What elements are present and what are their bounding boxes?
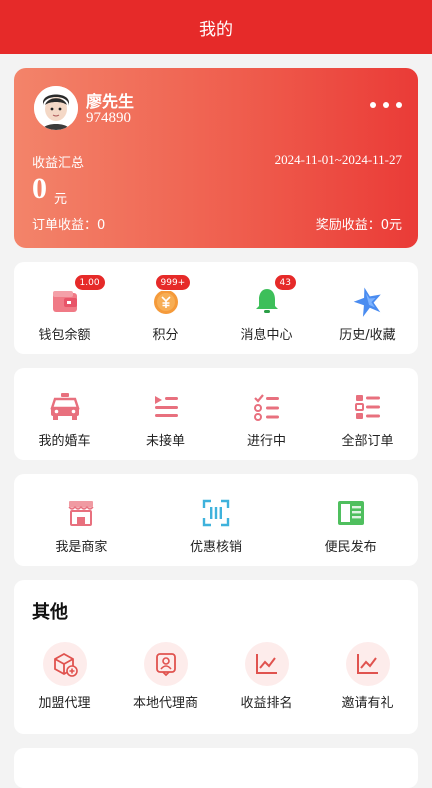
wallet-balance-item[interactable]: 1.00 钱包余额 (14, 274, 115, 343)
local-agent-item[interactable]: 本地代理商 (115, 642, 216, 711)
services-card: 我是商家 优惠核销 便民发布 (14, 474, 418, 566)
wallet-balance-label: 钱包余额 (38, 328, 91, 343)
other-section-title: 其他 (32, 602, 68, 623)
all-orders-item[interactable]: 全部订单 (317, 390, 418, 449)
pending-orders-label: 未接单 (145, 434, 185, 449)
top-bar: 我的 (0, 0, 432, 54)
merchant-label: 我是商家 (55, 540, 108, 555)
coupon-redeem-item[interactable]: 优惠核销 (149, 496, 284, 555)
my-wedding-car-item[interactable]: 我的婚车 (14, 390, 115, 449)
scan-icon (199, 496, 233, 530)
page-title: 我的 (199, 19, 233, 40)
invite-gift-item[interactable]: 邀请有礼 (317, 642, 418, 711)
order-list-icon (351, 390, 385, 424)
box-plus-icon (42, 642, 87, 686)
public-post-label: 便民发布 (324, 540, 377, 555)
publish-icon (334, 496, 368, 530)
agent-badge-icon (143, 642, 188, 686)
avatar[interactable] (34, 86, 78, 130)
income-ranking-label: 收益排名 (240, 696, 293, 711)
reward-income: 奖励收益：0元 (315, 218, 402, 233)
franchise-agent-item[interactable]: 加盟代理 (14, 642, 115, 711)
points-label: 积分 (152, 328, 179, 343)
local-agent-label: 本地代理商 (132, 696, 198, 711)
wallet-badge: 1.00 (73, 274, 106, 291)
my-wedding-car-label: 我的婚车 (38, 434, 91, 449)
user-name: 廖先生 (86, 92, 135, 111)
user-id: 974890 (86, 110, 131, 126)
profile-card[interactable]: 廖先生 974890 收益汇总 2024-11-01~2024-11-27 0 … (14, 68, 418, 248)
history-favorites-item[interactable]: 历史/收藏 (317, 284, 418, 343)
in-progress-item[interactable]: 进行中 (216, 390, 317, 449)
income-summary-label: 收益汇总 (32, 156, 85, 171)
shop-icon (64, 496, 98, 530)
public-post-item[interactable]: 便民发布 (283, 496, 418, 555)
invite-gift-label: 邀请有礼 (341, 696, 394, 711)
all-orders-label: 全部订单 (341, 434, 394, 449)
franchise-agent-label: 加盟代理 (38, 696, 91, 711)
play-list-icon (149, 390, 183, 424)
trend-chart-icon (345, 642, 390, 686)
other-card: 其他 加盟代理 本地代理商 收益排名 邀请有礼 (14, 580, 418, 734)
in-progress-label: 进行中 (246, 434, 286, 449)
car-icon (48, 390, 82, 424)
merchant-item[interactable]: 我是商家 (14, 496, 149, 555)
more-icon[interactable] (370, 96, 402, 114)
date-range[interactable]: 2024-11-01~2024-11-27 (275, 152, 402, 168)
income-total: 0 (32, 172, 47, 205)
message-center-item[interactable]: 43 消息中心 (216, 274, 317, 343)
points-badge: 999+ (154, 274, 192, 291)
income-ranking-item[interactable]: 收益排名 (216, 642, 317, 711)
wallet-card: 1.00 钱包余额 999+ 积分 43 消息中心 历史/收藏 (14, 262, 418, 354)
points-coin-icon: 999+ (149, 274, 192, 318)
points-item[interactable]: 999+ 积分 (115, 274, 216, 343)
pending-orders-item[interactable]: 未接单 (115, 390, 216, 449)
wallet-icon: 1.00 (48, 274, 106, 318)
bell-icon: 43 (250, 274, 297, 318)
message-center-label: 消息中心 (240, 328, 293, 343)
order-income: 订单收益：0 (32, 218, 106, 233)
orders-card: 我的婚车 未接单 进行中 全部订单 (14, 368, 418, 460)
star-icon (351, 284, 385, 318)
next-card-partial (14, 748, 418, 788)
coupon-redeem-label: 优惠核销 (190, 540, 243, 555)
message-badge: 43 (273, 274, 297, 291)
trend-chart-icon (244, 642, 289, 686)
income-unit: 元 (54, 192, 68, 207)
checklist-icon (250, 390, 284, 424)
history-favorites-label: 历史/收藏 (339, 328, 396, 343)
